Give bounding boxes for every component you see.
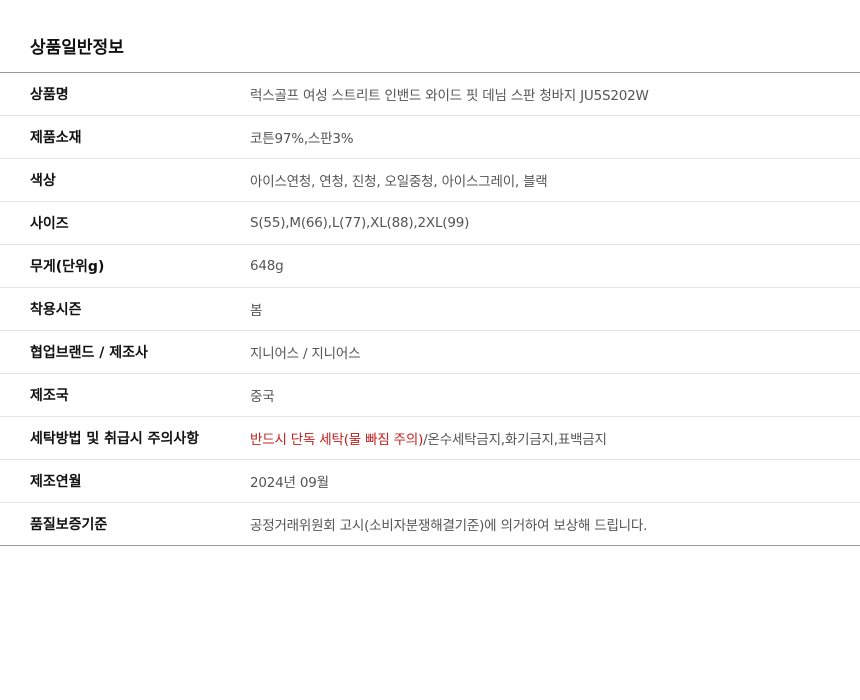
table-row-manufacturer: 협업브랜드 / 제조사 지니어스 / 지니어스 xyxy=(0,330,860,374)
row-value: 코튼97%,스판3% xyxy=(250,115,860,159)
care-instructions-text: /온수세탁금지,화기금지,표백금지 xyxy=(423,432,607,448)
table-row-origin: 제조국 중국 xyxy=(0,373,860,417)
row-label: 세탁방법 및 취급시 주의사항 xyxy=(0,416,250,460)
table-row-warranty: 품질보증기준 공정거래위원회 고시(소비자분쟁해결기준)에 의거하여 보상해 드… xyxy=(0,502,860,546)
table-row-color: 색상 아이스연청, 연청, 진청, 오일중청, 아이스그레이, 블랙 xyxy=(0,158,860,202)
product-info-table: 상품명 럭스골프 여성 스트리트 인밴드 와이드 핏 데님 스판 청바지 JU5… xyxy=(0,72,860,546)
row-label: 제품소재 xyxy=(0,115,250,159)
row-value: 지니어스 / 지니어스 xyxy=(250,330,860,374)
table-row-size: 사이즈 S(55),M(66),L(77),XL(88),2XL(99) xyxy=(0,201,860,245)
row-label: 색상 xyxy=(0,158,250,202)
table-row-care-instructions: 세탁방법 및 취급시 주의사항 반드시 단독 세탁(물 빠짐 주의)/온수세탁금… xyxy=(0,416,860,460)
row-value: 공정거래위원회 고시(소비자분쟁해결기준)에 의거하여 보상해 드립니다. xyxy=(250,502,860,546)
row-label: 상품명 xyxy=(30,87,69,103)
table-row-weight: 무게(단위g) 648g xyxy=(0,244,860,288)
wash-warning-text: 반드시 단독 세탁(물 빠짐 주의) xyxy=(250,432,424,448)
table-row-manufacture-date: 제조연월 2024년 09월 xyxy=(0,459,860,503)
section-title: 상품일반정보 xyxy=(30,38,124,58)
row-value: 아이스연청, 연청, 진청, 오일중청, 아이스그레이, 블랙 xyxy=(250,158,860,202)
row-value: 2024년 09월 xyxy=(250,459,860,503)
table-row-material: 제품소재 코튼97%,스판3% xyxy=(0,115,860,159)
row-value: S(55),M(66),L(77),XL(88),2XL(99) xyxy=(250,201,860,245)
row-label: 제조연월 xyxy=(0,459,250,503)
table-row-product-name: 상품명 럭스골프 여성 스트리트 인밴드 와이드 핏 데님 스판 청바지 JU5… xyxy=(0,73,860,116)
row-value: 봄 xyxy=(250,287,860,331)
row-value: 중국 xyxy=(250,373,860,417)
row-value: 반드시 단독 세탁(물 빠짐 주의)/온수세탁금지,화기금지,표백금지 xyxy=(250,416,860,460)
row-label: 무게(단위g) xyxy=(0,244,250,288)
row-value: 648g xyxy=(250,244,860,288)
row-label: 제조국 xyxy=(0,373,250,417)
row-label: 착용시즌 xyxy=(0,287,250,331)
row-label: 사이즈 xyxy=(0,201,250,245)
row-label: 품질보증기준 xyxy=(0,502,250,546)
row-label: 협업브랜드 / 제조사 xyxy=(0,330,250,374)
table-row-season: 착용시즌 봄 xyxy=(0,287,860,331)
row-value: 럭스골프 여성 스트리트 인밴드 와이드 핏 데님 스판 청바지 JU5S202… xyxy=(250,88,649,104)
